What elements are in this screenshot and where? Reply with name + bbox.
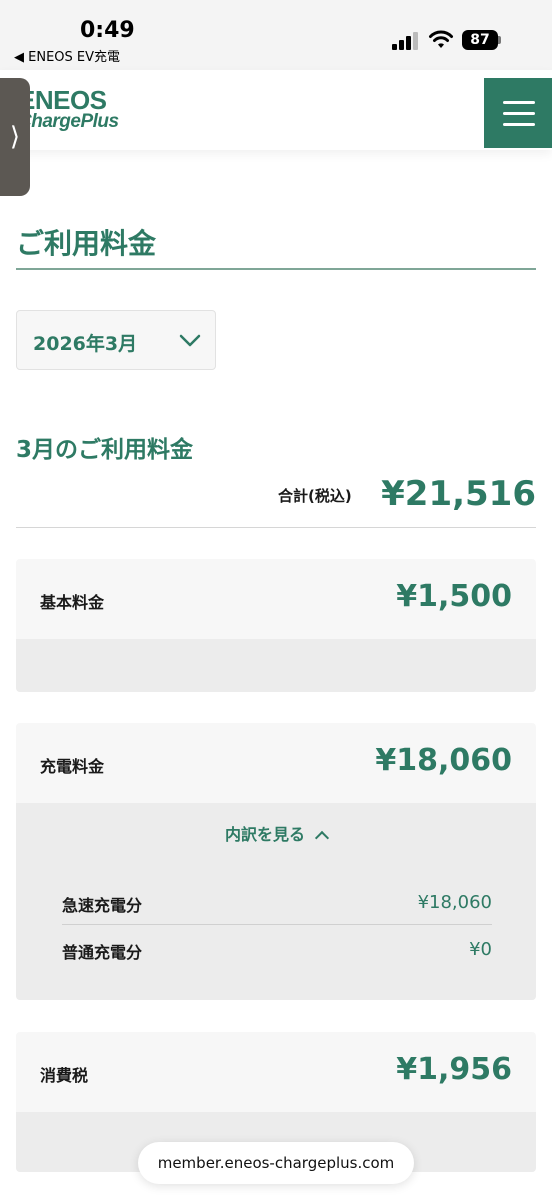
tax-label: 消費税 <box>40 1066 89 1085</box>
charging-fee-label: 充電料金 <box>40 757 105 776</box>
month-select-value: 2026年3月 <box>33 333 138 355</box>
basic-fee-row: 基本料金 ¥1,500 <box>16 559 536 639</box>
browser-url-bar[interactable]: member.eneos-chargeplus.com <box>138 1142 414 1184</box>
basic-fee-card: 基本料金 ¥1,500 <box>16 559 536 692</box>
breakdown-item-value: ¥18,060 <box>417 892 492 913</box>
section-title: 3月のご利用料金 <box>16 437 194 463</box>
site-header: ENEOS ChargePlus <box>0 70 552 150</box>
battery-icon: 87 <box>462 30 498 50</box>
tax-amount: ¥1,956 <box>396 1052 512 1087</box>
charging-fee-row: 充電料金 ¥18,060 <box>16 723 536 803</box>
breakdown-item-label: 普通充電分 <box>62 943 143 962</box>
breakdown-item-label: 急速充電分 <box>62 896 143 915</box>
basic-fee-amount: ¥1,500 <box>396 579 512 614</box>
menu-line-icon <box>503 123 535 126</box>
tax-row: 消費税 ¥1,956 <box>16 1032 536 1112</box>
breakdown-item-value: ¥0 <box>469 939 492 960</box>
chevron-up-icon <box>314 830 330 846</box>
total-value: ¥21,516 <box>381 474 536 514</box>
month-select[interactable]: 2026年3月 <box>16 310 216 370</box>
menu-line-icon <box>503 101 535 104</box>
breakdown-row: 急速充電分 ¥18,060 <box>62 878 492 924</box>
total-divider <box>16 527 536 528</box>
side-panel-tab[interactable]: ⟩ <box>0 78 30 196</box>
eneos-chargeplus-logo[interactable]: ENEOS ChargePlus <box>18 85 119 132</box>
page-title: ご利用料金 <box>16 227 157 260</box>
charging-fee-amount: ¥18,060 <box>375 743 512 778</box>
basic-fee-label: 基本料金 <box>40 593 105 612</box>
title-divider <box>16 268 536 270</box>
logo-bottom-text: ChargePlus <box>18 111 119 132</box>
breakdown-toggle-button[interactable]: 内訳を見る <box>16 821 536 846</box>
breakdown-row: 普通充電分 ¥0 <box>62 925 492 971</box>
logo-top-text: ENEOS <box>18 85 107 115</box>
cellular-signal-icon <box>392 32 420 50</box>
status-time: 0:49 <box>80 18 135 43</box>
status-bar: 0:49 ◀ ENEOS EV充電 87 <box>0 0 552 70</box>
charging-fee-card: 充電料金 ¥18,060 内訳を見る 急速充電分 ¥18,060 普通充電分 ¥… <box>16 723 536 1000</box>
basic-fee-details <box>16 639 536 692</box>
battery-nub <box>498 36 501 44</box>
wifi-icon <box>429 30 453 48</box>
back-to-app-link[interactable]: ◀ ENEOS EV充電 <box>14 46 120 65</box>
hamburger-menu-button[interactable] <box>484 78 552 148</box>
chevron-down-icon <box>179 334 201 347</box>
charging-breakdown-panel: 内訳を見る 急速充電分 ¥18,060 普通充電分 ¥0 <box>16 803 536 1000</box>
menu-line-icon <box>503 112 535 115</box>
breakdown-toggle-label: 内訳を見る <box>224 825 305 844</box>
total-label: 合計(税込) <box>278 487 352 505</box>
